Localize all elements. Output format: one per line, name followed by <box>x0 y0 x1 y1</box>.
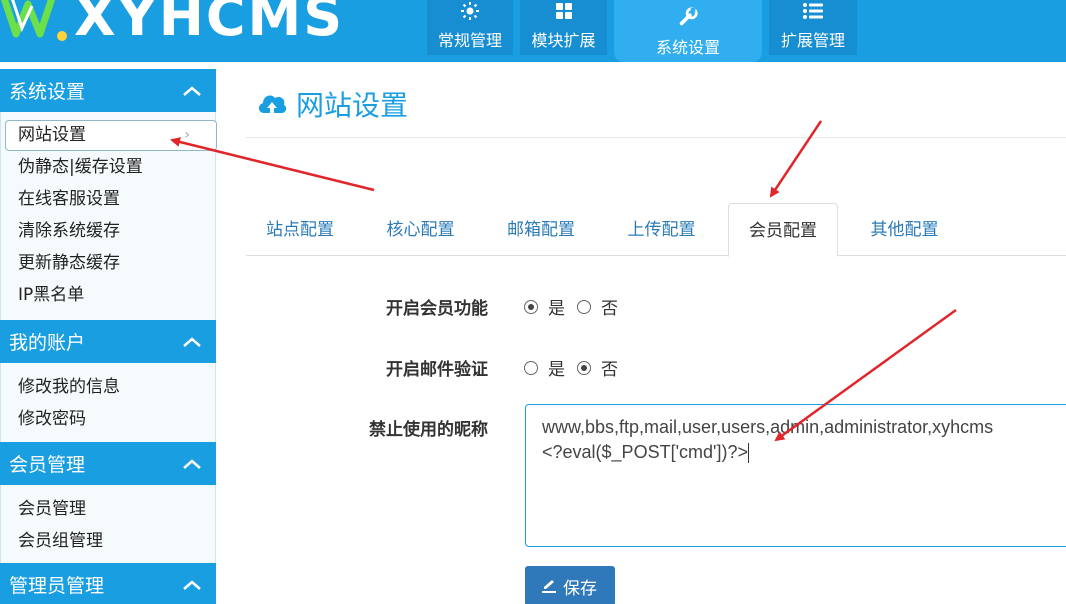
sidebar-item-member-manage[interactable]: 会员管理 <box>1 493 215 525</box>
banned-names-label: 禁止使用的昵称 <box>369 420 488 440</box>
chevron-up-icon <box>183 458 201 469</box>
wrench-icon <box>677 6 699 28</box>
tab-member[interactable]: 会员配置 <box>728 203 838 257</box>
top-header: XYHCMS 常规管理 模块扩展 系统设置 扩展管理 <box>0 0 1066 62</box>
sidebar-group-title: 管理员管理 <box>9 575 105 597</box>
sidebar-item-site-settings[interactable]: 网站设置 › <box>5 120 217 151</box>
page-title: 网站设置 <box>296 88 409 122</box>
chevron-up-icon <box>183 579 201 590</box>
nav-system-label: 系统设置 <box>655 38 720 57</box>
banned-names-textarea[interactable]: www,bbs,ftp,mail,user,users,admin,admini… <box>525 404 1066 547</box>
sidebar-list-account: 修改我的信息 修改密码 <box>0 363 216 442</box>
member-enable-radios: 是 否 <box>524 294 630 319</box>
sidebar-item-ip-blacklist[interactable]: IP黑名单 <box>1 279 215 311</box>
email-verify-label: 开启邮件验证 <box>386 360 488 380</box>
tab-other[interactable]: 其他配置 <box>851 203 959 256</box>
sidebar-item-edit-profile[interactable]: 修改我的信息 <box>1 371 215 403</box>
sidebar-group-title: 我的账户 <box>9 332 86 354</box>
text-caret <box>747 443 749 464</box>
main-content: 网站设置 站点配置 核心配置 邮箱配置 上传配置 会员配置 其他配置 开启会员功… <box>246 70 1066 604</box>
cloud-upload-icon <box>258 95 287 115</box>
nav-modules[interactable]: 模块扩展 <box>520 0 607 55</box>
sidebar-item-label: 网站设置 <box>18 125 86 145</box>
chevron-right-icon: › <box>184 127 190 143</box>
nav-extensions-label: 扩展管理 <box>780 31 845 50</box>
email-verify-yes-radio[interactable] <box>524 360 538 375</box>
tab-upload[interactable]: 上传配置 <box>608 203 716 256</box>
grid-icon <box>553 0 575 21</box>
member-enable-no-radio[interactable] <box>577 299 591 314</box>
sidebar-group-system[interactable]: 系统设置 <box>0 69 216 112</box>
radio-label-no: 否 <box>601 299 618 319</box>
chevron-up-icon <box>183 336 201 347</box>
tab-core[interactable]: 核心配置 <box>367 203 475 256</box>
tab-site[interactable]: 站点配置 <box>246 203 354 256</box>
email-verify-radios: 是 否 <box>524 355 630 380</box>
sidebar-group-title: 会员管理 <box>9 454 86 476</box>
sidebar-item-update-static[interactable]: 更新静态缓存 <box>1 247 215 279</box>
nav-extensions[interactable]: 扩展管理 <box>769 0 857 55</box>
sidebar-list-members: 会员管理 会员组管理 <box>0 485 216 563</box>
textarea-line-1: www,bbs,ftp,mail,user,users,admin,admini… <box>542 417 994 437</box>
member-enable-label: 开启会员功能 <box>386 299 488 319</box>
radio-label-no: 否 <box>601 360 618 380</box>
sidebar-item-label: IP黑名单 <box>18 285 85 305</box>
top-nav: 常规管理 模块扩展 系统设置 扩展管理 <box>427 0 857 62</box>
chevron-up-icon <box>183 85 201 96</box>
save-button-label: 保存 <box>563 578 597 599</box>
sidebar: 系统设置 网站设置 › 伪静态|缓存设置 在线客服设置 清除系统缓存 更新静态缓… <box>0 69 217 604</box>
sidebar-item-rewrite-cache[interactable]: 伪静态|缓存设置 <box>1 151 215 183</box>
list-icon <box>802 0 824 21</box>
pencil-icon <box>542 580 556 593</box>
textarea-line-2-text: <?eval($_POST['cmd'])?> <box>542 442 748 462</box>
settings-tabs: 站点配置 核心配置 邮箱配置 上传配置 会员配置 其他配置 <box>246 203 1066 257</box>
sidebar-item-label: 会员组管理 <box>18 531 103 551</box>
sidebar-item-label: 会员管理 <box>18 499 86 519</box>
nav-general-label: 常规管理 <box>437 31 502 50</box>
sidebar-list-system: 网站设置 › 伪静态|缓存设置 在线客服设置 清除系统缓存 更新静态缓存 IP黑… <box>0 112 217 320</box>
tab-mail[interactable]: 邮箱配置 <box>487 203 595 256</box>
textarea-line-2: <?eval($_POST['cmd'])?> <box>542 440 1066 465</box>
radio-label-yes: 是 <box>548 299 565 319</box>
radio-label-yes: 是 <box>548 360 565 380</box>
sidebar-item-label: 修改我的信息 <box>18 377 120 397</box>
nav-general[interactable]: 常规管理 <box>427 0 513 55</box>
sidebar-group-members[interactable]: 会员管理 <box>0 442 216 485</box>
logo-mark-icon <box>0 0 67 41</box>
member-enable-yes-radio[interactable] <box>524 299 538 314</box>
sidebar-item-clear-cache[interactable]: 清除系统缓存 <box>1 215 215 247</box>
save-button[interactable]: 保存 <box>525 566 615 604</box>
sidebar-item-label: 在线客服设置 <box>18 189 120 209</box>
sun-icon <box>459 0 481 21</box>
logo-text: XYHCMS <box>74 0 345 48</box>
page-header: 网站设置 <box>246 70 1066 138</box>
sidebar-item-label: 伪静态|缓存设置 <box>18 157 143 177</box>
sidebar-item-change-password[interactable]: 修改密码 <box>1 403 215 435</box>
sidebar-group-account[interactable]: 我的账户 <box>0 320 216 363</box>
sidebar-item-online-service[interactable]: 在线客服设置 <box>1 183 215 215</box>
sidebar-item-label: 清除系统缓存 <box>18 221 120 241</box>
sidebar-item-member-groups[interactable]: 会员组管理 <box>1 525 215 557</box>
sidebar-group-title: 系统设置 <box>9 81 86 103</box>
email-verify-no-radio[interactable] <box>577 360 591 375</box>
logo: XYHCMS <box>0 0 345 48</box>
sidebar-item-label: 更新静态缓存 <box>18 253 120 273</box>
sidebar-group-admins[interactable]: 管理员管理 <box>0 563 216 604</box>
sidebar-item-label: 修改密码 <box>18 409 86 429</box>
nav-system[interactable]: 系统设置 <box>614 0 762 62</box>
nav-modules-label: 模块扩展 <box>531 31 596 50</box>
